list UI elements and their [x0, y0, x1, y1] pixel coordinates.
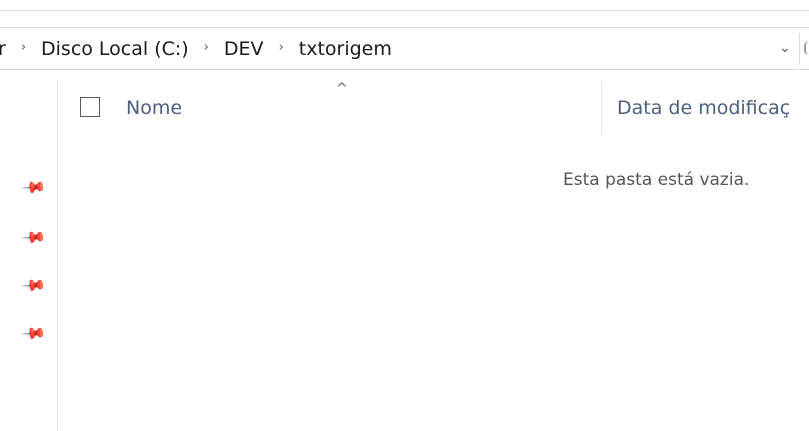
breadcrumb-separator-icon[interactable]: ›	[8, 40, 39, 55]
column-resize-handle[interactable]	[601, 82, 602, 134]
breadcrumb-item-partial[interactable]: r	[0, 38, 8, 60]
navigation-pane-divider[interactable]	[57, 80, 58, 431]
pin-icon[interactable]: 📌	[20, 174, 47, 201]
address-bar-divider	[799, 33, 800, 65]
sort-ascending-icon: ^	[336, 81, 348, 97]
refresh-icon[interactable]	[804, 41, 809, 55]
address-bar[interactable]: r › Disco Local (C:) › DEV › txtorigem ⌄	[0, 27, 809, 70]
pin-icon[interactable]: 📌	[20, 320, 47, 347]
breadcrumb-separator-icon[interactable]: ›	[191, 40, 222, 55]
pin-icon[interactable]: 📌	[20, 224, 47, 251]
window-top-border	[0, 10, 809, 11]
column-header-name[interactable]: Nome	[126, 97, 182, 119]
column-header-date-modified[interactable]: Data de modificaç	[617, 97, 790, 119]
breadcrumb: r › Disco Local (C:) › DEV › txtorigem	[0, 28, 394, 69]
breadcrumb-item-disco-local[interactable]: Disco Local (C:)	[39, 38, 191, 60]
breadcrumb-item-txtorigem[interactable]: txtorigem	[297, 38, 394, 60]
breadcrumb-item-dev[interactable]: DEV	[222, 38, 266, 60]
select-all-checkbox[interactable]	[80, 97, 100, 117]
pin-icon[interactable]: 📌	[20, 272, 47, 299]
breadcrumb-separator-icon[interactable]: ›	[266, 40, 297, 55]
chevron-down-icon[interactable]: ⌄	[779, 40, 791, 56]
empty-folder-message: Esta pasta está vazia.	[563, 170, 750, 190]
